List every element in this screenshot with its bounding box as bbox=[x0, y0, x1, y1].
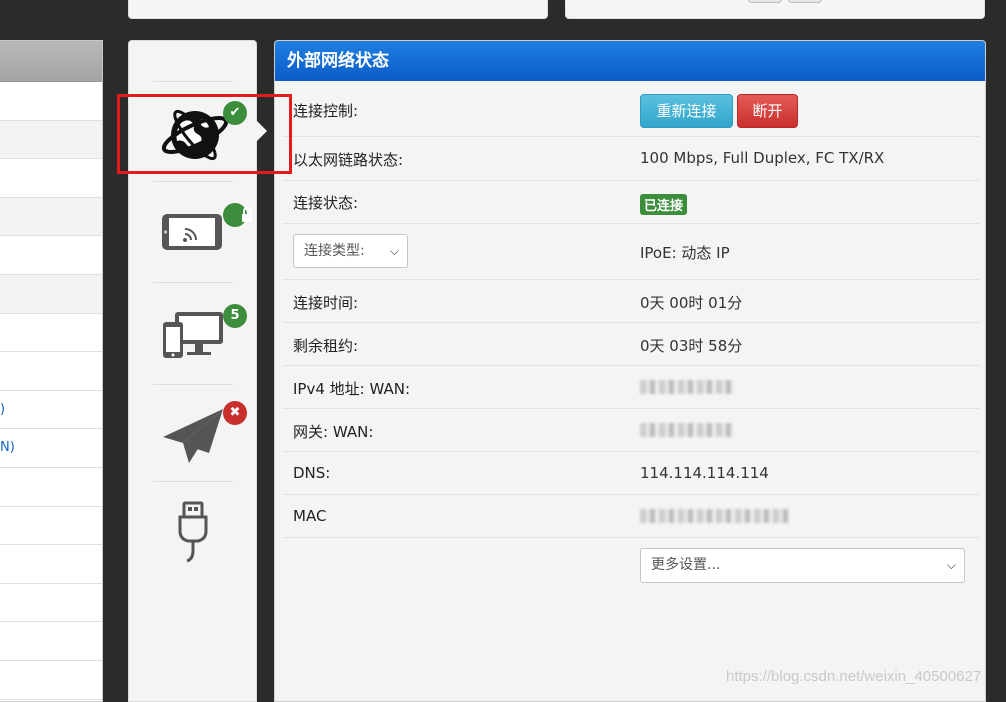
left-sidebar: ) N) bbox=[0, 40, 103, 702]
reconnect-button[interactable]: 重新连接 bbox=[640, 94, 733, 128]
lease-row: 剩余租约: 0天 03时 58分 bbox=[283, 323, 980, 366]
sidebar-item[interactable] bbox=[0, 236, 102, 275]
sidebar-item[interactable] bbox=[0, 120, 102, 160]
sidebar-item[interactable] bbox=[0, 314, 102, 353]
top-mini-button[interactable] bbox=[748, 0, 782, 3]
divider bbox=[153, 81, 233, 82]
highlight-box bbox=[117, 94, 292, 174]
sidebar-header bbox=[0, 41, 102, 82]
sidebar-item[interactable] bbox=[0, 584, 102, 623]
usb-icon bbox=[178, 501, 208, 563]
sidebar-item[interactable] bbox=[0, 352, 102, 391]
sidebar-item[interactable] bbox=[0, 661, 102, 700]
row-value: 100 Mbps, Full Duplex, FC TX/RX bbox=[640, 149, 885, 167]
row-value: 0天 03时 58分 bbox=[640, 337, 743, 355]
redacted-value bbox=[640, 423, 734, 437]
top-mini-button[interactable] bbox=[788, 0, 822, 3]
mac-row: MAC bbox=[283, 495, 980, 538]
select-value: 更多设置... bbox=[651, 557, 721, 573]
redacted-value bbox=[640, 509, 790, 523]
error-badge-icon: ✖ bbox=[223, 401, 247, 425]
row-label: 连接状态: bbox=[293, 194, 359, 212]
row-label: 以太网链路状态: bbox=[293, 151, 404, 169]
row-label: 网关: WAN: bbox=[293, 423, 374, 441]
wireless-tablet-icon bbox=[162, 214, 222, 250]
paper-plane-icon bbox=[163, 409, 223, 463]
chevron-down-icon: ⌵ bbox=[389, 244, 399, 258]
sidebar-item[interactable] bbox=[0, 197, 102, 237]
divider bbox=[153, 481, 233, 482]
row-label: 连接时间: bbox=[293, 294, 359, 312]
sidebar-item[interactable] bbox=[0, 507, 102, 546]
devices-status-item[interactable]: 5 bbox=[129, 292, 256, 382]
row-label: IPv4 地址: WAN: bbox=[293, 380, 411, 398]
sidebar-item[interactable] bbox=[0, 82, 102, 121]
sidebar-item[interactable] bbox=[0, 468, 102, 507]
disconnect-button[interactable]: 断开 bbox=[737, 94, 798, 128]
row-value: 114.114.114.114 bbox=[640, 464, 769, 482]
sidebar-item[interactable]: N) bbox=[0, 429, 102, 468]
status-badge: 已连接 bbox=[640, 194, 688, 215]
chevron-down-icon: ⌵ bbox=[946, 558, 956, 572]
usb-status-item[interactable] bbox=[129, 491, 256, 581]
connection-state-row: 连接状态: 已连接 bbox=[283, 181, 980, 224]
sidebar-item[interactable] bbox=[0, 622, 102, 661]
redacted-value bbox=[640, 380, 734, 394]
sidebar-item[interactable]: ) bbox=[0, 391, 102, 430]
sidebar-item-label: ) bbox=[0, 401, 6, 417]
row-label: MAC bbox=[293, 507, 327, 525]
device-count-badge: 5 bbox=[223, 304, 247, 328]
lock-badge-icon bbox=[223, 203, 252, 227]
divider bbox=[153, 384, 233, 385]
row-label: 连接控制: bbox=[293, 102, 359, 120]
panel-title: 外部网络状态 bbox=[275, 41, 985, 81]
link-status-row: 以太网链路状态: 100 Mbps, Full Duplex, FC TX/RX bbox=[283, 137, 980, 181]
row-value: IPoE: 动态 IP bbox=[640, 244, 730, 262]
sidebar-item[interactable] bbox=[0, 274, 102, 314]
top-card-right bbox=[565, 0, 985, 19]
dns-row: DNS: 114.114.114.114 bbox=[283, 452, 980, 495]
row-label: 剩余租约: bbox=[293, 337, 359, 355]
watermark-text: https://blog.csdn.net/weixin_40500627 bbox=[726, 668, 982, 685]
gateway-row: 网关: WAN: bbox=[283, 409, 980, 452]
connection-type-row: 连接类型: ⌵ IPoE: 动态 IP bbox=[283, 224, 980, 280]
more-settings-select[interactable]: 更多设置... ⌵ bbox=[640, 548, 965, 583]
wireless-status-item[interactable] bbox=[129, 191, 256, 281]
devices-icon bbox=[163, 312, 223, 358]
select-value: 连接类型: bbox=[304, 243, 365, 259]
sidebar-item-label: N) bbox=[0, 440, 15, 456]
uptime-row: 连接时间: 0天 00时 01分 bbox=[283, 280, 980, 323]
row-value: 0天 00时 01分 bbox=[640, 294, 743, 312]
divider bbox=[153, 181, 233, 182]
connection-control-row: 连接控制: 重新连接 断开 bbox=[283, 82, 980, 137]
top-card-left bbox=[128, 0, 548, 19]
ipv4-row: IPv4 地址: WAN: bbox=[283, 366, 980, 409]
external-network-panel: 外部网络状态 连接控制: 重新连接 断开 以太网链路状态: 100 Mbps, … bbox=[274, 40, 986, 702]
sidebar-item[interactable] bbox=[0, 159, 102, 198]
plane-status-item[interactable]: ✖ bbox=[129, 393, 256, 483]
row-label: DNS: bbox=[293, 464, 331, 482]
connection-type-select[interactable]: 连接类型: ⌵ bbox=[293, 234, 408, 268]
sidebar-item[interactable] bbox=[0, 545, 102, 584]
divider bbox=[153, 282, 233, 283]
